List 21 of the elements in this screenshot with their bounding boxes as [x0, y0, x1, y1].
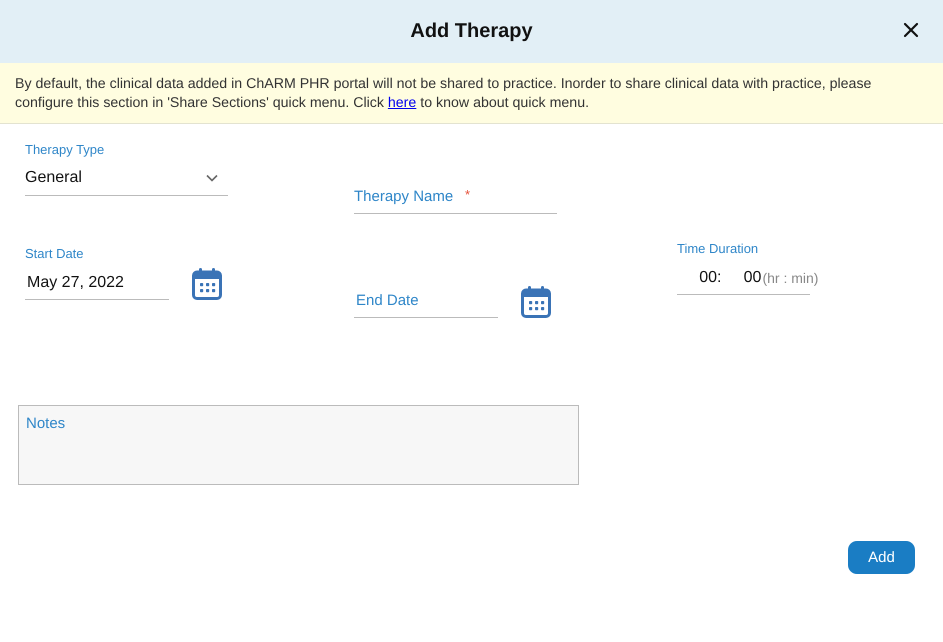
therapy-name-field[interactable]: Therapy Name	[354, 188, 462, 204]
here-link[interactable]: here	[388, 95, 416, 111]
end-date-field[interactable]: End Date	[354, 284, 498, 318]
notice-text: By default, the clinical data added in ChARM PHR portal will not be shared to practice. Inorder to share clinical data with practice, please configure this section in 'Share Sections' quick menu. Click here to know about quick menu.	[15, 75, 872, 113]
notes-field[interactable]: Notes	[18, 405, 579, 485]
dialog-title: Add Therapy	[410, 20, 533, 43]
required-mark: *	[465, 186, 470, 202]
time-separator: :	[717, 268, 722, 286]
chevron-down-icon	[206, 174, 218, 182]
calendar-icon[interactable]	[192, 267, 222, 300]
add-button[interactable]: Add	[848, 541, 915, 574]
therapy-type-select[interactable]: General	[25, 162, 228, 196]
minutes-field[interactable]: 00	[721, 268, 762, 286]
close-button[interactable]	[903, 22, 919, 38]
field-label: Therapy Type	[25, 142, 106, 159]
field-label: Time Duration	[677, 241, 760, 258]
unit-hint: (hr : min)	[762, 270, 818, 286]
start-date-field[interactable]: May 27, 2022	[25, 266, 169, 300]
field-label: Start Date	[25, 246, 85, 263]
calendar-icon[interactable]	[521, 285, 551, 318]
hours-field[interactable]: 00	[677, 268, 717, 286]
